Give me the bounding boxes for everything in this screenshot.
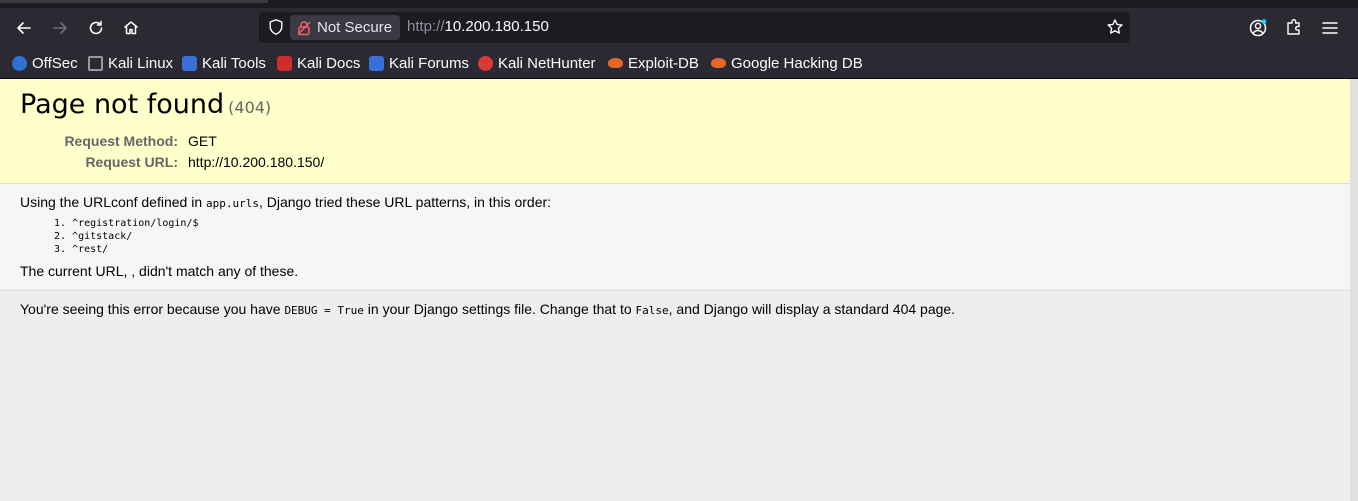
bookmark-google-hacking-db[interactable]: Google Hacking DB xyxy=(711,53,863,73)
account-icon[interactable] xyxy=(1248,18,1268,38)
false-code: False xyxy=(635,304,669,317)
bookmark-kali-tools[interactable]: Kali Tools xyxy=(182,53,266,73)
bookmark-label: Google Hacking DB xyxy=(731,54,863,72)
google-hacking-db-icon xyxy=(711,58,726,68)
forward-button[interactable] xyxy=(47,16,73,40)
bookmark-label: Exploit-DB xyxy=(628,54,699,72)
bookmark-kali-forums[interactable]: Kali Forums xyxy=(369,53,469,73)
error-summary: Page not found (404) Request Method: GET … xyxy=(0,79,1350,184)
request-method-label: Request Method: xyxy=(64,133,178,149)
back-button[interactable] xyxy=(11,16,37,40)
kali-docs-icon xyxy=(277,55,292,71)
page-scrollbar[interactable] xyxy=(1350,79,1358,501)
bookmark-offsec[interactable]: OffSec xyxy=(12,53,78,73)
kali-dragon-icon xyxy=(88,55,103,71)
reload-button[interactable] xyxy=(83,16,109,40)
request-method-value: GET xyxy=(188,133,217,149)
no-match-message: The current URL, , didn't match any of t… xyxy=(20,263,299,279)
url-scheme: http:// xyxy=(407,18,445,35)
bookmark-kali-linux[interactable]: Kali Linux xyxy=(88,53,173,73)
urlconf-prefix: Using the URLconf defined in xyxy=(20,194,206,210)
bookmark-label: Kali Forums xyxy=(389,54,470,72)
explain-part-3: , and Django will display a standard 404… xyxy=(668,301,956,317)
tracking-protection-shield-icon[interactable] xyxy=(267,18,285,36)
page-content: Page not found (404) Request Method: GET … xyxy=(0,79,1350,501)
url-pattern-list: 1. ^registration/login/$ 2. ^gitstack/ 3… xyxy=(54,217,199,256)
page-title: Page not found (404) xyxy=(20,89,271,120)
bookmark-kali-docs[interactable]: Kali Docs xyxy=(277,53,360,73)
urlconf-module: app.urls xyxy=(206,197,259,210)
bookmark-label: Kali Docs xyxy=(297,54,361,72)
kali-forums-icon xyxy=(369,55,384,71)
urlconf-description: Using the URLconf defined in app.urls, D… xyxy=(20,194,551,210)
address-bar[interactable]: Not Secure http://10.200.180.150 xyxy=(259,12,1130,43)
not-secure-indicator[interactable]: Not Secure xyxy=(290,15,400,40)
request-url-label: Request URL: xyxy=(85,154,178,170)
debug-setting-code: DEBUG = True xyxy=(284,304,364,317)
url-pattern: 3. ^rest/ xyxy=(54,244,109,255)
active-tab-edge[interactable] xyxy=(0,0,268,3)
kali-nethunter-icon xyxy=(478,55,493,71)
offsec-icon xyxy=(12,55,27,71)
kali-tools-icon xyxy=(182,55,197,71)
exploit-db-icon xyxy=(608,58,623,68)
forward-arrow-icon xyxy=(53,22,67,34)
url-pattern: 1. ^registration/login/$ xyxy=(54,218,199,229)
urlconf-info: Using the URLconf defined in app.urls, D… xyxy=(0,184,1350,291)
broken-lock-icon xyxy=(297,20,311,35)
menu-hamburger-icon[interactable] xyxy=(1320,18,1340,38)
request-method-row: Request Method: GET xyxy=(0,133,400,153)
bookmark-kali-nethunter[interactable]: Kali NetHunter xyxy=(478,53,596,73)
bookmarks-toolbar: OffSec Kali Linux Kali Tools Kali Docs K… xyxy=(0,47,1358,79)
bookmark-label: Kali Linux xyxy=(108,54,174,72)
request-url-value: http://10.200.180.150/ xyxy=(188,154,325,170)
explain-part-1: You're seeing this error because you hav… xyxy=(20,301,285,317)
bookmark-label: Kali NetHunter xyxy=(498,54,596,72)
bookmark-label: OffSec xyxy=(32,54,78,72)
request-url-row: Request URL: http://10.200.180.150/ xyxy=(0,154,400,174)
home-button[interactable] xyxy=(118,16,144,40)
not-secure-label: Not Secure xyxy=(317,19,393,36)
reload-icon xyxy=(89,20,103,35)
home-icon xyxy=(124,21,138,35)
url-pattern: 2. ^gitstack/ xyxy=(54,231,133,242)
url-host: 10.200.180.150 xyxy=(444,18,549,35)
bookmark-label: Kali Tools xyxy=(202,54,266,72)
explain-part-2: in your Django settings file. Change tha… xyxy=(363,301,636,317)
urlconf-suffix: , Django tried these URL patterns, in th… xyxy=(258,194,552,210)
navigation-toolbar: Not Secure http://10.200.180.150 xyxy=(0,8,1358,47)
bookmark-star-icon[interactable] xyxy=(1106,18,1124,36)
bookmark-exploit-db[interactable]: Exploit-DB xyxy=(608,53,699,73)
debug-explanation: You're seeing this error because you hav… xyxy=(20,301,955,317)
url-text[interactable]: http://10.200.180.150 xyxy=(407,18,549,35)
page-title-text: Page not found xyxy=(20,89,225,120)
extensions-puzzle-icon[interactable] xyxy=(1284,18,1304,38)
back-arrow-icon xyxy=(17,22,31,34)
status-code: (404) xyxy=(228,98,272,117)
tab-strip xyxy=(0,0,1358,8)
